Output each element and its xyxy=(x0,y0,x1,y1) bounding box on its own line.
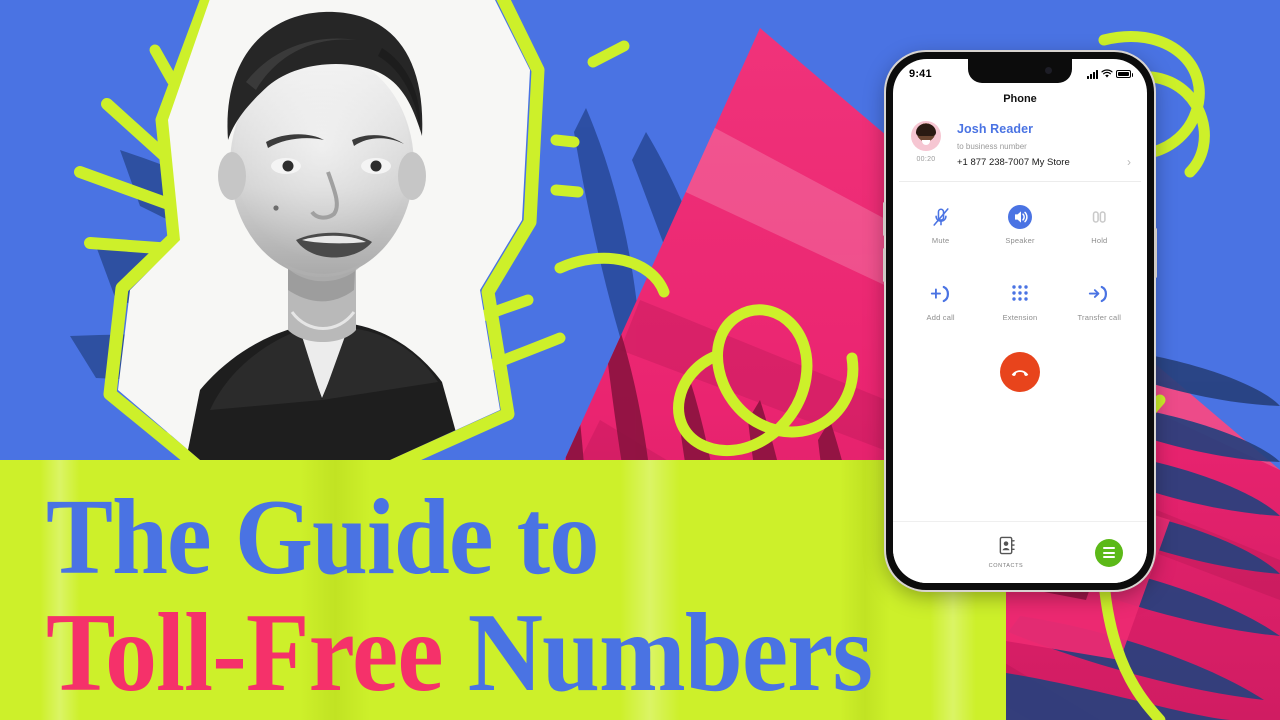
mute-button[interactable]: Mute xyxy=(901,202,980,245)
end-call-row xyxy=(901,352,1139,392)
status-icons xyxy=(1087,69,1133,79)
video-thumbnail: The Guide to Toll-Free Numbers 9:41 Phon… xyxy=(0,0,1280,720)
title-highlight-toll-free: Toll-Free xyxy=(46,590,444,715)
hold-button[interactable]: Hold xyxy=(1060,202,1139,245)
mute-label: Mute xyxy=(931,236,950,245)
speaker-icon xyxy=(980,202,1059,232)
cellular-bars-icon xyxy=(1087,69,1098,79)
transfer-call-button[interactable]: Transfer call xyxy=(1060,279,1139,322)
end-call-button[interactable] xyxy=(1000,352,1040,392)
contact-info: Josh Reader to business number +1 877 23… xyxy=(957,121,1133,169)
phone-power-button xyxy=(1154,228,1157,278)
page-title: The Guide to Toll-Free Numbers xyxy=(46,484,1006,709)
frond-cluster-center xyxy=(574,108,746,442)
call-controls-row-2: Add call Extension Transfer call xyxy=(901,279,1139,322)
contact-subtitle: to business number xyxy=(957,142,1027,151)
title-line-1: The Guide to xyxy=(46,484,939,592)
extension-label: Extension xyxy=(1002,313,1038,322)
extension-button[interactable]: Extension xyxy=(980,279,1059,322)
contact-name: Josh Reader xyxy=(957,122,1034,136)
title-line-2-rest: Numbers xyxy=(442,590,873,715)
contacts-book-icon xyxy=(999,536,1015,555)
hold-icon xyxy=(1060,202,1139,232)
phone-volume-buttons xyxy=(883,202,886,236)
mute-icon xyxy=(901,202,980,232)
hold-label: Hold xyxy=(1091,236,1108,245)
phone-mockup: 9:41 Phone 00:20 Josh Reader to business… xyxy=(883,52,1157,590)
wifi-icon xyxy=(1101,69,1113,78)
add-call-icon xyxy=(901,279,980,309)
call-duration: 00:20 xyxy=(916,156,936,163)
transfer-call-icon xyxy=(1060,279,1139,309)
call-controls: Mute Speaker Hold Add call Extension Tra… xyxy=(893,182,1147,392)
add-call-button[interactable]: Add call xyxy=(901,279,980,322)
speaker-label: Speaker xyxy=(1005,236,1035,245)
hamburger-menu-icon[interactable] xyxy=(1095,538,1123,567)
phone-volume-buttons-2 xyxy=(883,248,886,282)
avatar-hair xyxy=(916,124,936,136)
contacts-tab-label: CONTACTS xyxy=(988,563,1024,569)
title-line-1-text: The Guide to xyxy=(46,478,599,597)
battery-full-icon xyxy=(1116,70,1133,78)
screen-title: Phone xyxy=(1003,93,1037,105)
add-call-label: Add call xyxy=(926,313,955,322)
dialpad-icon xyxy=(980,279,1059,309)
contacts-tab[interactable]: CONTACTS xyxy=(917,536,1095,569)
chevron-right-icon[interactable]: › xyxy=(1127,155,1133,169)
bottom-tab-bar: CONTACTS xyxy=(893,521,1147,583)
end-call-icon xyxy=(1011,370,1029,376)
avatar-column: 00:20 xyxy=(905,121,947,163)
call-controls-row-1: Mute Speaker Hold xyxy=(901,202,1139,245)
transfer-call-label: Transfer call xyxy=(1077,313,1122,322)
phone-screen: 9:41 Phone 00:20 Josh Reader to business… xyxy=(893,59,1147,583)
status-bar: 9:41 xyxy=(893,59,1147,85)
title-line-2: Toll-Free Numbers xyxy=(46,597,939,709)
status-time: 9:41 xyxy=(909,68,932,80)
contact-number-row[interactable]: +1 877 238-7007 My Store › xyxy=(957,155,1133,169)
active-call-card[interactable]: 00:20 Josh Reader to business number +1 … xyxy=(893,105,1147,181)
speaker-button[interactable]: Speaker xyxy=(980,202,1059,245)
avatar-mouth xyxy=(922,140,930,145)
contact-number: +1 877 238-7007 My Store xyxy=(957,156,1070,168)
presenter-portrait xyxy=(60,0,580,490)
avatar xyxy=(911,121,941,151)
